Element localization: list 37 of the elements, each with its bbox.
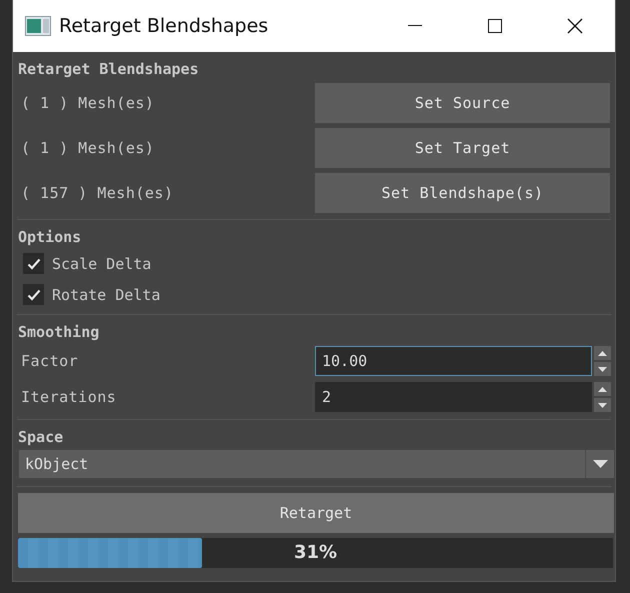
retarget-button[interactable]: Retarget <box>18 493 614 533</box>
app-icon <box>25 16 51 36</box>
down-arrow-icon <box>598 366 607 372</box>
section-heading: Smoothing <box>17 322 100 343</box>
up-arrow-icon <box>598 350 607 356</box>
set-button[interactable]: Set Blendshape(s) <box>315 172 610 212</box>
section-heading: Retarget Blendshapes <box>17 59 200 80</box>
mesh-count: ( 1 ) Mesh(es) <box>20 94 156 112</box>
increment-button[interactable] <box>594 382 611 396</box>
down-arrow-icon <box>598 402 607 408</box>
spin-field[interactable]: 2 <box>315 382 592 412</box>
field-label: Iterations <box>20 388 118 406</box>
dropdown-arrow-icon <box>592 460 608 468</box>
spin-field[interactable]: 10.00 <box>315 346 592 376</box>
section-heading: Space <box>17 427 64 448</box>
progress-reading: 31% <box>292 541 338 565</box>
mesh-count: ( 1 ) Mesh(es) <box>20 138 156 156</box>
set-button[interactable]: Set Target <box>315 128 610 168</box>
up-arrow-icon <box>598 386 607 392</box>
close-icon <box>567 18 583 34</box>
increment-button[interactable] <box>594 346 611 360</box>
checkbox-label: Rotate Delta <box>52 286 160 304</box>
space-dropdown[interactable]: kObject <box>19 450 614 478</box>
checkbox[interactable] <box>23 253 44 274</box>
set-button[interactable]: Set Source <box>315 82 610 122</box>
checkbox-label: Scale Delta <box>52 254 152 272</box>
maximize-icon <box>488 19 502 33</box>
window-title: Retarget Blendshapes <box>59 15 270 37</box>
section-heading: Options <box>17 227 82 248</box>
decrement-button[interactable] <box>594 398 611 412</box>
checkbox[interactable] <box>23 284 44 305</box>
mesh-count: ( 157 ) Mesh(es) <box>20 184 174 202</box>
field-label: Factor <box>20 352 80 370</box>
minimize-icon <box>408 25 422 27</box>
decrement-button[interactable] <box>594 362 611 376</box>
checkmark-icon <box>26 258 40 270</box>
checkmark-icon <box>26 288 40 300</box>
